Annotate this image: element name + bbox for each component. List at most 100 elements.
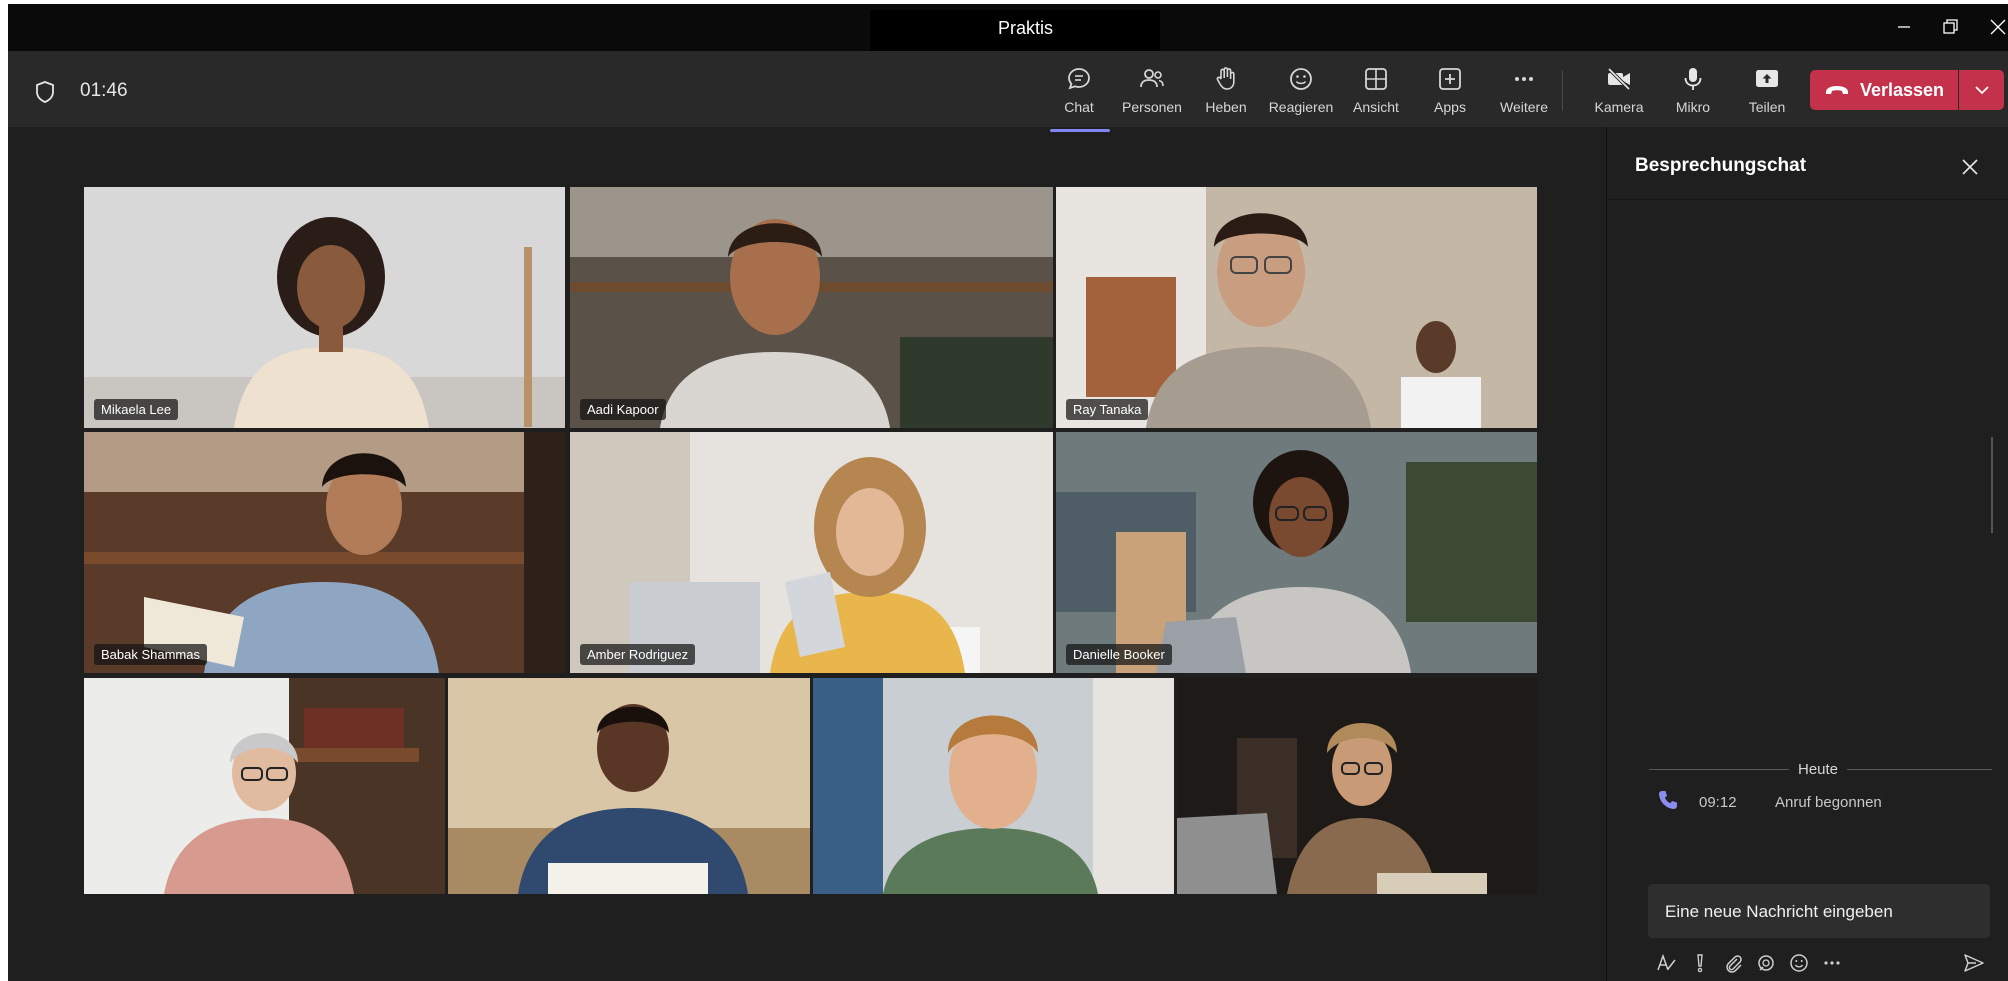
participant-video: [84, 432, 565, 673]
phone-icon: [1659, 791, 1677, 809]
raise-hand-button[interactable]: Heben: [1189, 65, 1263, 121]
participant-video: [84, 678, 445, 894]
participant-video: [813, 678, 1174, 894]
emoji-button[interactable]: [1786, 950, 1812, 976]
leave-options-button[interactable]: [1959, 70, 2004, 110]
add-app-icon: [1439, 68, 1461, 90]
video-tile[interactable]: [84, 678, 445, 894]
date-separator-label: Heute: [1797, 761, 1839, 778]
more-label: Weitere: [1500, 99, 1548, 115]
video-tile[interactable]: [813, 678, 1174, 894]
send-button[interactable]: [1961, 950, 1987, 976]
participant-video: [570, 187, 1053, 428]
format-pen-icon: [1657, 953, 1676, 971]
people-button[interactable]: Personen: [1115, 65, 1189, 121]
toolbar-divider: [1562, 71, 1563, 111]
meeting-toolbar: 01:46 Chat Personen Heben Reagieren Ansi…: [8, 51, 2008, 132]
camera-button[interactable]: Kamera: [1582, 65, 1656, 121]
close-icon: [1990, 19, 2006, 35]
react-label: Reagieren: [1268, 99, 1334, 115]
format-button[interactable]: [1653, 950, 1679, 976]
title-bar: Praktis: [8, 4, 2008, 56]
video-tile[interactable]: [448, 678, 810, 894]
video-tile[interactable]: Babak Shammas: [84, 432, 565, 673]
participant-video: [448, 678, 810, 894]
share-label: Teilen: [1748, 99, 1786, 115]
priority-button[interactable]: [1687, 950, 1713, 976]
hang-up-icon: [1825, 86, 1848, 94]
close-chat-button[interactable]: [1956, 153, 1984, 181]
shield-icon: [36, 81, 54, 103]
chat-button[interactable]: Chat: [1042, 65, 1116, 132]
participant-name: Aadi Kapoor: [580, 399, 666, 420]
chat-scrollbar[interactable]: [1991, 437, 1993, 533]
participant-video: [84, 187, 565, 428]
leave-button[interactable]: Verlassen: [1810, 70, 1958, 110]
meeting-chat-panel: Besprechungschat Heute 09:12 Anruf begon…: [1606, 127, 2008, 981]
more-options-button[interactable]: [1819, 950, 1845, 976]
more-button[interactable]: Weitere: [1487, 65, 1561, 121]
people-icon: [1140, 69, 1164, 88]
apps-label: Apps: [1434, 99, 1466, 115]
more-icon: [1824, 961, 1840, 965]
teams-window: Praktis 01:46 Chat Personen Heben Reagie…: [8, 4, 2008, 981]
chat-label: Chat: [1064, 99, 1094, 115]
video-gallery: Mikaela Lee Aadi Kapoor Ray Tanaka Babak…: [84, 187, 1537, 894]
emoji-icon: [1790, 954, 1808, 972]
loop-button[interactable]: [1753, 950, 1779, 976]
microphone-icon: [1684, 68, 1702, 90]
loop-icon: [1758, 955, 1774, 971]
video-tile[interactable]: Danielle Booker: [1056, 432, 1537, 673]
chat-icon: [1068, 68, 1090, 90]
exclamation-icon: [1697, 954, 1703, 973]
chevron-down-icon: [1974, 86, 1989, 95]
restore-button[interactable]: [1929, 10, 1973, 44]
video-tile[interactable]: Ray Tanaka: [1056, 187, 1537, 428]
meeting-timer: 01:46: [80, 80, 128, 101]
video-tile[interactable]: Amber Rodriguez: [570, 432, 1053, 673]
video-tile[interactable]: Mikaela Lee: [84, 187, 565, 428]
participant-name: Amber Rodriguez: [580, 644, 696, 665]
paperclip-icon: [1726, 955, 1742, 973]
participant-video: [1056, 432, 1537, 673]
restore-icon: [1943, 19, 1958, 34]
event-text: Anruf begonnen: [1775, 794, 1882, 811]
date-separator-line: [1649, 769, 1789, 770]
apps-button[interactable]: Apps: [1413, 65, 1487, 121]
minimize-button[interactable]: [1882, 10, 1926, 44]
video-tile[interactable]: [1177, 678, 1537, 894]
participant-name: Babak Shammas: [94, 644, 207, 665]
share-button[interactable]: Teilen: [1730, 65, 1804, 121]
people-label: Personen: [1122, 99, 1182, 115]
participant-name: Mikaela Lee: [94, 399, 179, 420]
participant-name: Danielle Booker: [1066, 644, 1172, 665]
view-button[interactable]: Ansicht: [1339, 65, 1413, 121]
participant-video: [570, 432, 1053, 673]
camera-label: Kamera: [1594, 99, 1644, 115]
attach-button[interactable]: [1720, 950, 1746, 976]
send-icon: [1964, 954, 1984, 972]
participant-video: [1056, 187, 1537, 428]
close-icon: [1962, 159, 1978, 175]
window-close-button[interactable]: [1976, 10, 2008, 44]
hand-icon: [1216, 67, 1235, 90]
mic-label: Mikro: [1675, 99, 1711, 115]
chat-panel-title: Besprechungschat: [1635, 155, 1807, 176]
video-tile[interactable]: Aadi Kapoor: [570, 187, 1053, 428]
event-time: 09:12: [1699, 794, 1737, 811]
participant-name: Ray Tanaka: [1066, 399, 1149, 420]
leave-label: Verlassen: [1859, 79, 1945, 100]
mic-button[interactable]: Mikro: [1656, 65, 1730, 121]
compose-placeholder: Eine neue Nachricht eingeben: [1665, 902, 1893, 921]
minimize-icon: [1898, 26, 1910, 28]
view-label: Ansicht: [1353, 99, 1399, 115]
more-icon: [1515, 77, 1533, 81]
date-separator-line: [1847, 769, 1992, 770]
smiley-icon: [1290, 68, 1312, 90]
window-title: Praktis: [998, 18, 1054, 38]
react-button[interactable]: Reagieren: [1264, 65, 1338, 121]
chat-header-divider: [1607, 199, 2008, 200]
message-compose-box[interactable]: Eine neue Nachricht eingeben: [1648, 884, 1990, 938]
participant-video: [1177, 678, 1537, 894]
raise-hand-label: Heben: [1205, 99, 1247, 115]
